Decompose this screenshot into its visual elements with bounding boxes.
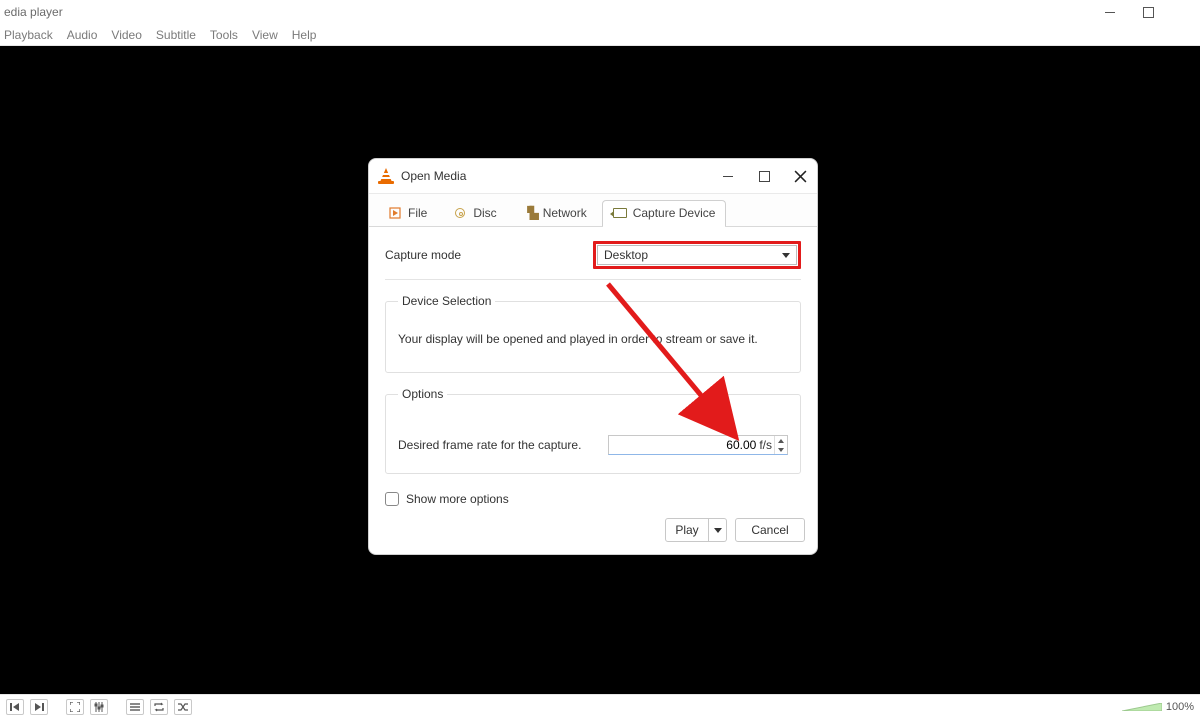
dialog-title: Open Media bbox=[401, 169, 466, 183]
next-track-icon[interactable] bbox=[30, 699, 48, 715]
annotation-highlight: Desktop bbox=[593, 241, 801, 269]
volume-icon[interactable] bbox=[1122, 703, 1162, 711]
network-icon: ▝▙ bbox=[523, 206, 537, 220]
options-legend: Options bbox=[398, 387, 447, 401]
cancel-button[interactable]: Cancel bbox=[735, 518, 805, 542]
vlc-cone-icon bbox=[379, 168, 393, 184]
tab-disc-label: Disc bbox=[473, 206, 496, 220]
capture-mode-label: Capture mode bbox=[385, 248, 461, 262]
options-group: Options Desired frame rate for the captu… bbox=[385, 387, 801, 474]
dialog-titlebar: Open Media bbox=[369, 159, 817, 193]
tab-file-label: File bbox=[408, 206, 427, 220]
fps-spinbox[interactable]: f/s bbox=[608, 435, 788, 455]
tab-disc[interactable]: Disc bbox=[442, 200, 507, 226]
capture-mode-dropdown[interactable]: Desktop bbox=[597, 245, 797, 265]
tab-capture-device[interactable]: Capture Device bbox=[602, 200, 727, 226]
menu-video[interactable]: Video bbox=[111, 28, 141, 42]
tab-network-label: Network bbox=[543, 206, 587, 220]
dialog-close-icon[interactable] bbox=[793, 169, 807, 183]
play-button[interactable]: Play bbox=[665, 518, 709, 542]
show-more-options-checkbox[interactable] bbox=[385, 492, 399, 506]
fps-unit: f/s bbox=[759, 438, 774, 452]
spin-down-icon[interactable] bbox=[775, 445, 787, 454]
zoom-level: 100% bbox=[1166, 701, 1194, 713]
menu-audio[interactable]: Audio bbox=[67, 28, 98, 42]
tab-capture-label: Capture Device bbox=[633, 206, 716, 220]
playlist-icon[interactable] bbox=[126, 699, 144, 715]
statusbar: 100% bbox=[0, 694, 1200, 718]
menu-view[interactable]: View bbox=[252, 28, 278, 42]
dialog-minimize-icon[interactable] bbox=[721, 169, 735, 183]
main-window-titlebar: edia player bbox=[0, 0, 1200, 24]
menu-playback[interactable]: Playback bbox=[4, 28, 53, 42]
dialog-maximize-icon[interactable] bbox=[757, 169, 771, 183]
open-media-dialog: Open Media File Disc ▝▙ Network Capture bbox=[368, 158, 818, 555]
equalizer-icon[interactable] bbox=[90, 699, 108, 715]
shuffle-icon[interactable] bbox=[174, 699, 192, 715]
chevron-down-icon bbox=[782, 253, 794, 258]
fps-input[interactable] bbox=[609, 436, 759, 454]
play-button-label: Play bbox=[675, 523, 698, 537]
play-dropdown-button[interactable] bbox=[709, 518, 727, 542]
capture-mode-value: Desktop bbox=[604, 248, 648, 262]
menu-subtitle[interactable]: Subtitle bbox=[156, 28, 196, 42]
file-icon bbox=[388, 206, 402, 220]
cancel-button-label: Cancel bbox=[751, 523, 788, 537]
tab-file[interactable]: File bbox=[377, 200, 438, 226]
app-title: edia player bbox=[4, 5, 63, 19]
menu-tools[interactable]: Tools bbox=[210, 28, 238, 42]
device-selection-text: Your display will be opened and played i… bbox=[398, 322, 788, 354]
tab-network[interactable]: ▝▙ Network bbox=[512, 200, 598, 226]
menu-help[interactable]: Help bbox=[292, 28, 317, 42]
disc-icon bbox=[453, 206, 467, 220]
spin-up-icon[interactable] bbox=[775, 436, 787, 445]
loop-icon[interactable] bbox=[150, 699, 168, 715]
device-selection-group: Device Selection Your display will be op… bbox=[385, 294, 801, 373]
dialog-tabs: File Disc ▝▙ Network Capture Device bbox=[369, 193, 817, 227]
fullscreen-icon[interactable] bbox=[66, 699, 84, 715]
minimize-icon[interactable] bbox=[1104, 6, 1116, 18]
fps-label: Desired frame rate for the capture. bbox=[398, 438, 581, 452]
show-more-options-label: Show more options bbox=[406, 492, 509, 506]
device-selection-legend: Device Selection bbox=[398, 294, 495, 308]
maximize-icon[interactable] bbox=[1142, 6, 1154, 18]
capture-device-icon bbox=[613, 206, 627, 220]
prev-track-icon[interactable] bbox=[6, 699, 24, 715]
menubar: Playback Audio Video Subtitle Tools View… bbox=[0, 24, 1200, 46]
